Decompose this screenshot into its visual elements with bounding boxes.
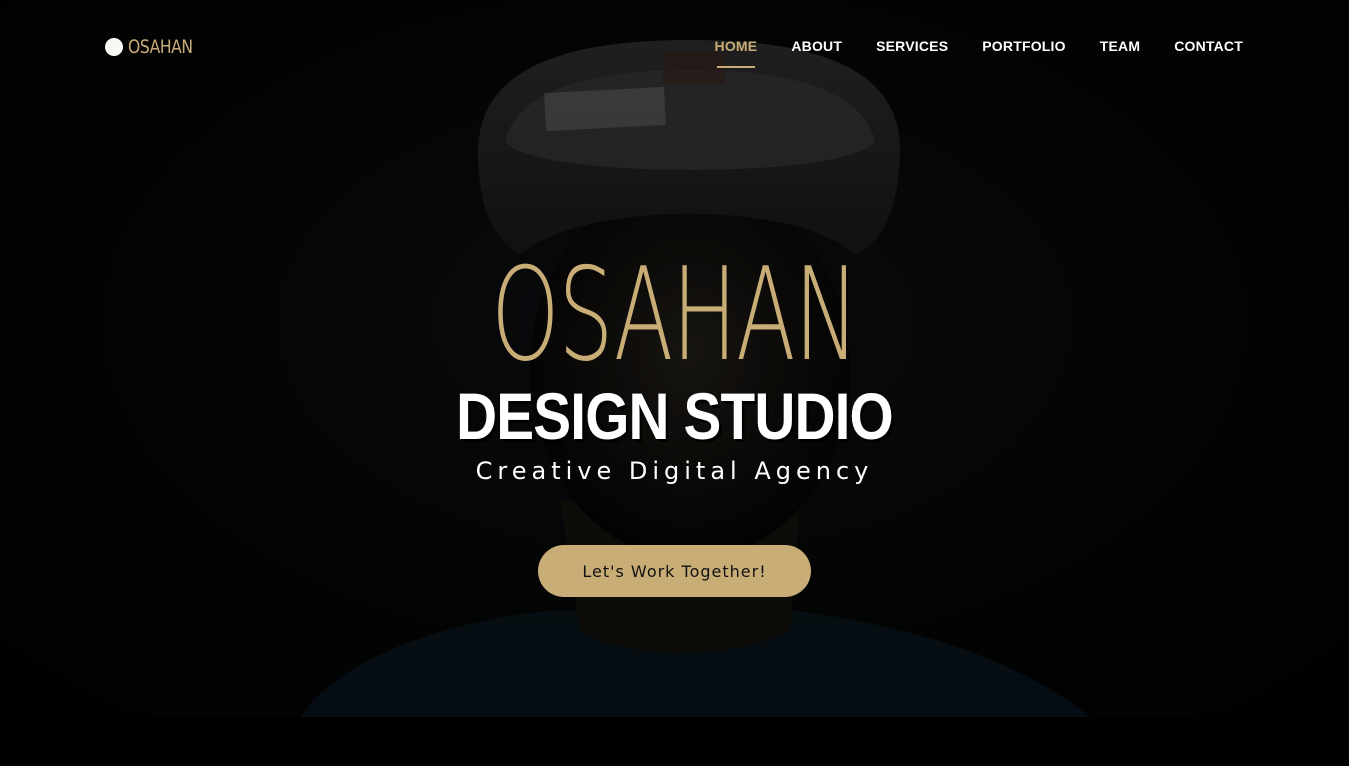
hero-tagline: Creative Digital Agency [475,457,874,485]
nav-item-label: HOME [714,38,758,54]
main-nav: HOME ABOUT SERVICES PORTFOLIO TEAM CONTA… [681,38,1243,68]
nav-item-label: PORTFOLIO [982,38,1066,54]
nav-item-label: ABOUT [791,38,843,54]
nav-item-team[interactable]: TEAM [1100,38,1140,68]
nav-item-about[interactable]: ABOUT [791,38,842,68]
hero-title: OSAHAN [491,241,859,390]
logo-text: OSAHAN [128,36,193,58]
nav-item-portfolio[interactable]: PORTFOLIO [982,38,1065,68]
logo-circle-icon [105,38,123,56]
nav-item-contact[interactable]: CONTACT [1174,38,1243,68]
nav-item-label: SERVICES [876,38,949,54]
nav-item-label: TEAM [1099,38,1141,54]
active-underline [716,66,756,68]
section-divider [0,717,1349,766]
nav-item-home[interactable]: HOME [715,38,758,68]
nav-item-services[interactable]: SERVICES [876,38,948,68]
logo[interactable]: OSAHAN [105,36,207,58]
hero-section: OSAHAN HOME ABOUT SERVICES PORTFOLIO TEA… [0,0,1349,717]
hero-subtitle: DESIGN STUDIO [456,379,893,453]
cta-button[interactable]: Let's Work Together! [538,545,811,597]
nav-item-label: CONTACT [1174,38,1243,54]
